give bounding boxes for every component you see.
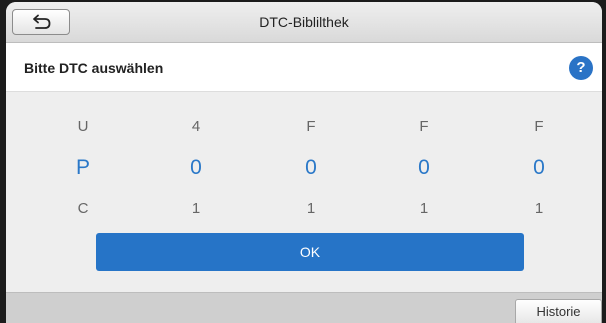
picker-value-selected[interactable]: 0 xyxy=(281,152,341,184)
picker-value-next[interactable]: 1 xyxy=(281,196,341,222)
dtc-picker-column[interactable]: F 0 1 xyxy=(509,114,569,222)
picker-value-selected[interactable]: P xyxy=(53,152,113,184)
dtc-picker-column[interactable]: F 0 1 xyxy=(281,114,341,222)
ok-button[interactable]: OK xyxy=(96,233,524,271)
picker-value-selected[interactable]: 0 xyxy=(509,152,569,184)
picker-value-selected[interactable]: 0 xyxy=(166,152,226,184)
picker-value-next[interactable]: C xyxy=(53,196,113,222)
picker-value-prev[interactable]: F xyxy=(394,114,454,140)
footer-bar: Historie xyxy=(6,292,602,323)
dtc-picker-column[interactable]: 4 0 1 xyxy=(166,114,226,222)
dtc-picker-column[interactable]: F 0 1 xyxy=(394,114,454,222)
picker-value-prev[interactable]: F xyxy=(281,114,341,140)
picker-value-prev[interactable]: U xyxy=(53,114,113,140)
help-icon[interactable]: ? xyxy=(569,56,593,80)
title-bar: DTC-Biblilthek xyxy=(6,2,602,43)
picker-value-next[interactable]: 1 xyxy=(509,196,569,222)
picker-value-prev[interactable]: F xyxy=(509,114,569,140)
selection-header: Bitte DTC auswählen ? xyxy=(6,43,602,92)
picker-value-next[interactable]: 1 xyxy=(394,196,454,222)
page-title: DTC-Biblilthek xyxy=(259,14,349,30)
app-screen: DTC-Biblilthek Bitte DTC auswählen ? U P… xyxy=(6,2,602,323)
picker-value-prev[interactable]: 4 xyxy=(166,114,226,140)
dtc-picker-column[interactable]: U P C xyxy=(53,114,113,222)
selection-prompt: Bitte DTC auswählen xyxy=(24,60,164,76)
picker-value-selected[interactable]: 0 xyxy=(394,152,454,184)
picker-value-next[interactable]: 1 xyxy=(166,196,226,222)
history-button[interactable]: Historie xyxy=(515,299,602,323)
